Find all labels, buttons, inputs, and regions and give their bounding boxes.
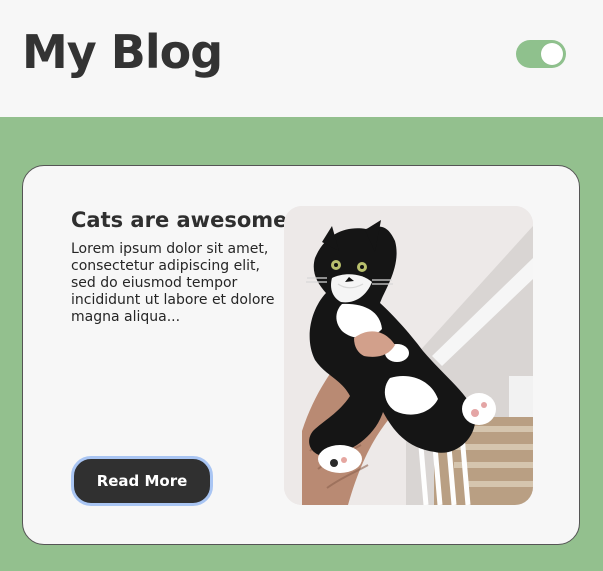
photo-toe-bean: [330, 459, 338, 467]
toggle-knob: [541, 43, 563, 65]
photo-cat-right-pupil: [360, 265, 364, 269]
photo-cat-left-pupil: [334, 263, 338, 267]
blog-page: My Blog Cats are awesome Lorem ipsum dol…: [0, 0, 603, 571]
blog-post-card: Cats are awesome Lorem ipsum dolor sit a…: [22, 165, 580, 545]
site-title: My Blog: [22, 25, 223, 79]
photo-cat-back-paw-left: [318, 445, 362, 473]
cat-photo-illustration: [284, 206, 533, 505]
photo-cat-back-paw-right: [462, 393, 496, 425]
blog-content-area: Cats are awesome Lorem ipsum dolor sit a…: [0, 117, 603, 571]
read-more-button[interactable]: Read More: [71, 456, 213, 506]
post-title: Cats are awesome: [71, 208, 288, 232]
photo-toe-bean: [341, 457, 347, 463]
photo-toe-bean: [471, 409, 479, 417]
post-excerpt: Lorem ipsum dolor sit amet, consectetur …: [71, 241, 275, 325]
photo-toe-bean: [481, 402, 487, 408]
theme-toggle[interactable]: [516, 40, 566, 68]
site-header: My Blog: [0, 0, 603, 117]
post-image: [284, 206, 533, 505]
